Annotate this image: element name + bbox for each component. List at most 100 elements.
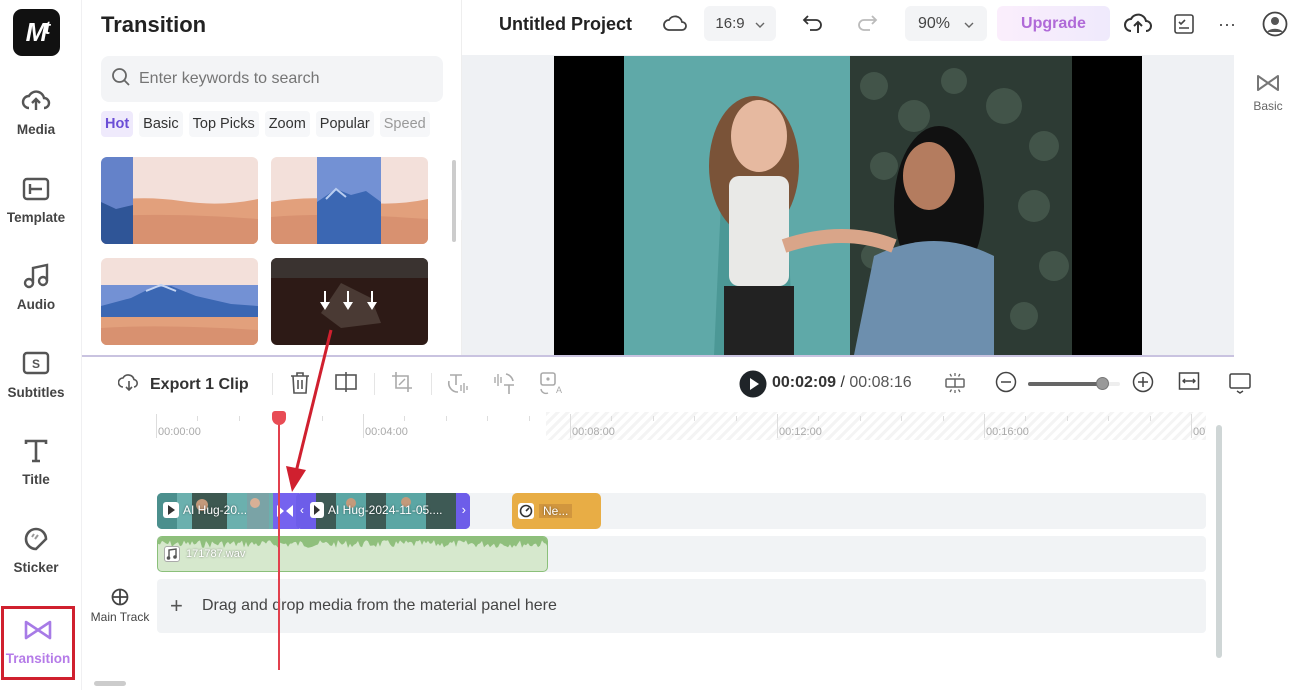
zoom-value: 90% xyxy=(917,14,951,32)
slider-fill xyxy=(1028,382,1102,386)
ruler-major-tick xyxy=(777,414,778,438)
text-title-icon xyxy=(21,436,51,466)
ruler-minor-tick xyxy=(735,416,737,421)
timeline-scrollbar-horizontal[interactable] xyxy=(94,681,126,686)
auto-caption-icon[interactable]: A xyxy=(538,371,562,395)
export-clip-button[interactable]: Export 1 Clip xyxy=(117,372,249,397)
video-clip-icon xyxy=(163,502,179,518)
chip-popular[interactable]: Popular xyxy=(315,111,374,137)
speech-to-text-icon[interactable] xyxy=(492,371,516,395)
video-clip-2[interactable]: ‹ AI Hug-2024-11-05.... › xyxy=(296,493,470,529)
snap-icon[interactable] xyxy=(943,371,967,395)
ruler-label: 00:16:00 xyxy=(986,426,1029,438)
ruler-minor-tick xyxy=(238,416,240,421)
template-icon xyxy=(21,174,51,204)
zoom-select[interactable]: 90% xyxy=(905,6,987,41)
zoom-out-icon[interactable] xyxy=(995,371,1017,393)
text-to-speech-icon[interactable] xyxy=(446,371,470,395)
add-media-icon[interactable]: + xyxy=(170,595,183,617)
toolbar-divider xyxy=(374,373,375,395)
search-box[interactable] xyxy=(101,56,443,102)
transition-thumb-2[interactable] xyxy=(271,157,428,244)
bowtie-transition-icon xyxy=(1256,75,1280,96)
timeline-toolbar: Export 1 Clip A 00:02:09 / 00:08:16 xyxy=(82,358,1300,410)
speed-gauge-icon xyxy=(518,503,534,519)
ruler-major-tick xyxy=(363,414,364,438)
ruler-major-tick xyxy=(570,414,571,438)
category-chips: Hot Basic Top Picks Zoom Popular Speed xyxy=(101,111,443,137)
svg-text:A: A xyxy=(556,385,562,395)
aspect-ratio-select[interactable]: 16:9 xyxy=(704,6,776,41)
task-list-icon[interactable] xyxy=(1173,13,1195,35)
basic-tab[interactable]: Basic xyxy=(1248,74,1288,113)
nav-item-transition[interactable]: Transition xyxy=(1,606,75,680)
nav-item-subtitles[interactable]: S Subtitles xyxy=(0,349,72,419)
redo-icon[interactable] xyxy=(856,12,878,32)
more-options-icon[interactable]: ··· xyxy=(1218,14,1236,35)
panel-scrollbar[interactable] xyxy=(452,160,456,242)
split-icon[interactable] xyxy=(334,371,358,393)
nav-item-template[interactable]: Template xyxy=(0,174,72,244)
slider-knob[interactable] xyxy=(1095,377,1109,390)
transition-thumb-3[interactable] xyxy=(101,258,258,345)
music-note-icon xyxy=(21,261,51,291)
timecode: 00:02:09 / 00:08:16 xyxy=(772,374,912,392)
nav-label: Media xyxy=(16,122,56,137)
cloud-upload-icon xyxy=(21,86,51,116)
display-settings-icon[interactable] xyxy=(1228,371,1252,395)
search-input[interactable] xyxy=(139,70,419,88)
chip-basic[interactable]: Basic xyxy=(139,111,183,137)
nav-label: Sticker xyxy=(13,560,59,575)
playhead-handle[interactable] xyxy=(272,411,286,425)
chip-hot[interactable]: Hot xyxy=(101,111,134,137)
total-time: 00:08:16 xyxy=(849,374,912,391)
ruler-major-tick xyxy=(1191,414,1192,438)
bowtie-transition-icon xyxy=(23,615,53,645)
export-label: Export 1 Clip xyxy=(150,375,249,393)
ruler-minor-tick xyxy=(197,416,199,421)
current-time: 00:02:09 xyxy=(772,374,837,391)
chevron-left-icon[interactable]: ‹ xyxy=(300,503,304,517)
project-title[interactable]: Untitled Project xyxy=(499,14,632,35)
video-clip-1[interactable]: AI Hug-20... xyxy=(157,493,279,529)
nav-item-sticker[interactable]: Sticker xyxy=(0,524,72,594)
time-ruler[interactable]: 00:00:00 00:04:00 00:08:00 00:12:00 00:16:00… xyxy=(156,412,1206,440)
chip-zoom[interactable]: Zoom xyxy=(264,111,310,137)
zoom-in-icon[interactable] xyxy=(1132,371,1154,393)
clip-label: AI Hug-20... xyxy=(183,503,248,517)
play-button[interactable] xyxy=(739,370,767,398)
video-preview[interactable] xyxy=(554,56,1142,355)
user-avatar-icon[interactable] xyxy=(1262,11,1288,37)
playhead-line[interactable] xyxy=(278,413,280,670)
fit-timeline-icon[interactable] xyxy=(1178,371,1200,391)
chip-top-picks[interactable]: Top Picks xyxy=(188,111,259,137)
cloud-save-icon[interactable] xyxy=(663,12,687,34)
ruler-minor-tick xyxy=(1025,416,1027,421)
nav-item-title[interactable]: Title xyxy=(0,436,72,506)
nav-item-audio[interactable]: Audio xyxy=(0,261,72,331)
chevron-right-icon[interactable]: › xyxy=(462,502,466,517)
transition-thumb-1[interactable] xyxy=(101,157,258,244)
timeline-scrollbar-vertical[interactable] xyxy=(1216,425,1222,658)
app-logo[interactable]: Mt xyxy=(13,9,60,56)
upgrade-button[interactable]: Upgrade xyxy=(997,6,1110,41)
music-note-icon xyxy=(164,546,180,562)
ruler-label: 00:00:00 xyxy=(158,426,201,438)
chip-speed[interactable]: Speed xyxy=(379,111,430,137)
transition-thumb-4[interactable] xyxy=(271,258,428,345)
delete-icon[interactable] xyxy=(289,371,311,395)
top-header: Untitled Project 16:9 90% Upgrade ··· xyxy=(462,0,1300,50)
ruler-label: 00 xyxy=(1193,426,1206,438)
panel-divider[interactable] xyxy=(82,355,1234,357)
timeline-zoom-slider[interactable] xyxy=(1028,377,1120,390)
audio-clip[interactable]: 171787.wav xyxy=(157,536,548,572)
ruler-minor-tick xyxy=(652,416,654,421)
effect-clip[interactable]: Ne... xyxy=(512,493,601,529)
upload-cloud-icon[interactable] xyxy=(1123,10,1153,36)
nav-item-media[interactable]: Media xyxy=(0,86,72,156)
video-clip-icon xyxy=(310,502,324,518)
crop-icon[interactable] xyxy=(391,371,413,393)
undo-icon[interactable] xyxy=(802,12,824,32)
right-rail: Basic xyxy=(1234,50,1300,355)
ruler-minor-tick xyxy=(1149,416,1151,421)
